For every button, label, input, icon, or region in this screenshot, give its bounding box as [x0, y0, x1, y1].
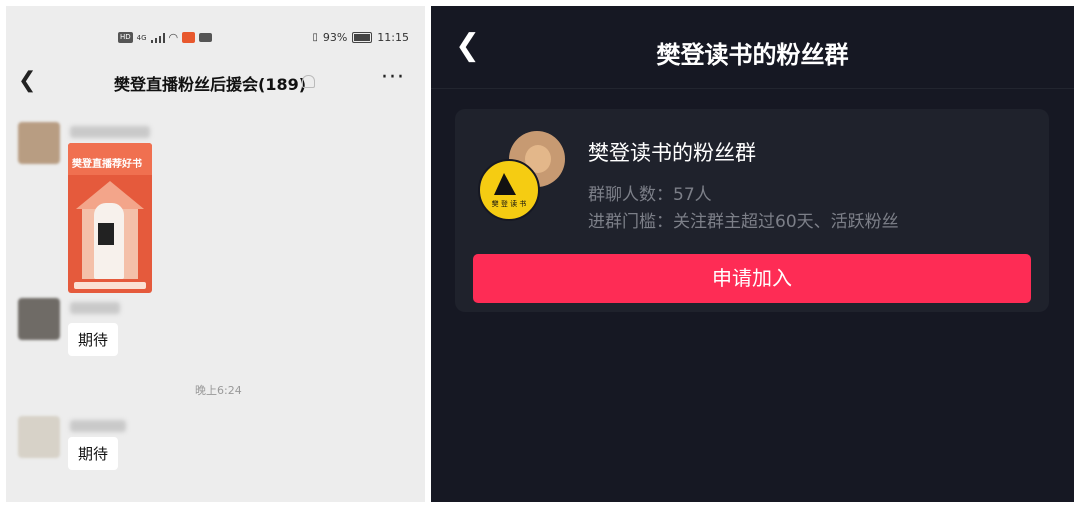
poster-book — [98, 223, 114, 245]
wifi-icon: ◠ — [168, 31, 179, 44]
avatar-label: 樊 登 读 书 — [491, 200, 527, 208]
apply-join-button[interactable]: 申请加入 — [473, 254, 1031, 303]
mute-bell-icon — [302, 75, 315, 88]
member-count: 群聊人数：57人 — [588, 185, 712, 205]
group-name: 樊登读书的粉丝群 — [588, 141, 756, 165]
poster-footer — [74, 282, 146, 289]
avatar[interactable] — [18, 416, 60, 458]
clock: 11:15 — [377, 31, 409, 44]
message-timestamp: 晚上6:24 — [195, 384, 242, 397]
vibrate-icon: ▯ — [312, 32, 318, 43]
wechat-chat-screen: HD 4G ◠ ▯ 93% 11:15 ❮ 樊登直播粉丝后援会(189) ···… — [6, 6, 425, 502]
logo-shape — [494, 173, 516, 195]
group-info-card: 樊 登 读 书 樊登读书的粉丝群 群聊人数：57人 进群门槛：关注群主超过60天… — [455, 109, 1049, 312]
avatar[interactable] — [18, 298, 60, 340]
signal-icon — [150, 32, 165, 43]
battery-icon — [352, 32, 373, 43]
app-notification-icon — [182, 32, 196, 43]
hd-badge: HD — [118, 32, 133, 43]
header-divider — [431, 88, 1074, 89]
poster-title: 樊登直播荐好书 — [72, 159, 142, 170]
message-bubble[interactable]: 期待 — [68, 323, 119, 356]
status-bar: HD 4G ◠ ▯ 93% 11:15 — [6, 28, 425, 48]
message-notification-icon — [199, 33, 213, 42]
book-poster-image[interactable]: 樊登直播荐好书 — [68, 143, 152, 293]
page-title: 樊登读书的粉丝群 — [656, 41, 849, 69]
sender-name — [70, 126, 150, 138]
chat-header: ❮ 樊登直播粉丝后援会(189) ··· — [6, 62, 425, 102]
message-bubble[interactable]: 期待 — [68, 437, 119, 470]
network-type: 4G — [136, 33, 147, 42]
more-options-icon[interactable]: ··· — [381, 65, 405, 90]
join-requirement: 进群门槛：关注群主超过60天、活跃粉丝 — [588, 212, 899, 232]
group-avatar: 樊 登 读 书 — [478, 159, 540, 221]
sender-name — [70, 302, 120, 314]
battery-percent: 93% — [322, 31, 348, 44]
fan-group-screen: ❮ 樊登读书的粉丝群 樊 登 读 书 樊登读书的粉丝群 群聊人数：57人 进群门… — [431, 6, 1074, 502]
avatar[interactable] — [18, 122, 60, 164]
sender-name — [70, 420, 126, 432]
back-arrow-icon[interactable]: ❮ — [18, 68, 36, 93]
chat-title: 樊登直播粉丝后援会(189) — [114, 75, 307, 94]
